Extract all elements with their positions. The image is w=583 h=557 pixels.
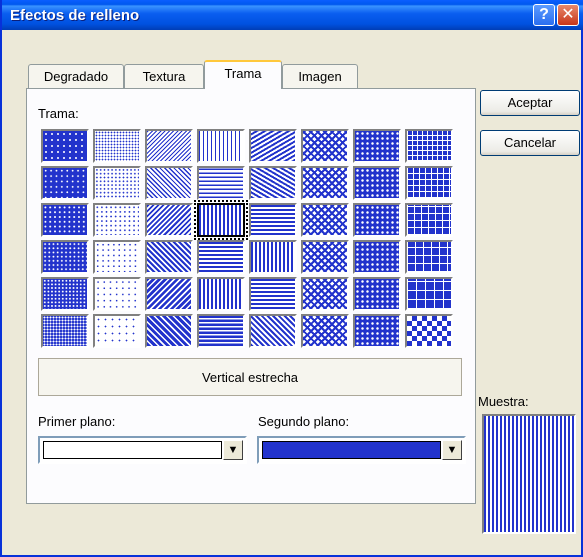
close-icon[interactable]: ✕ [557, 4, 579, 26]
pattern-name: Vertical estrecha [201, 370, 299, 385]
fill-effects-dialog: Efectos de relleno ? ✕ Degradado Textura… [0, 0, 583, 557]
pattern-dots-10[interactable] [93, 129, 141, 163]
pattern-small-confetti[interactable] [249, 240, 297, 274]
segundo-plano-label: Segundo plano: [258, 414, 350, 429]
pattern-wave[interactable] [405, 240, 453, 274]
dialog-title: Efectos de relleno [10, 7, 140, 24]
pattern-plaid[interactable] [197, 277, 245, 311]
pattern-large-confetti[interactable] [301, 240, 349, 274]
pattern-narrow-horizontal[interactable] [301, 203, 349, 237]
tab-label: Degradado [43, 69, 109, 84]
pattern-wide-down-diag[interactable] [41, 203, 89, 237]
tab-imagen[interactable]: Imagen [282, 64, 358, 88]
muestra-label: Muestra: [478, 394, 529, 409]
tab-textura[interactable]: Textura [124, 64, 204, 88]
pattern-small-checker[interactable] [249, 314, 297, 348]
pattern-large-checker[interactable] [301, 314, 349, 348]
pattern-dotted-diamond[interactable] [353, 277, 401, 311]
aceptar-button[interactable]: Aceptar [480, 90, 580, 116]
pattern-solid-diamond[interactable] [405, 314, 453, 348]
pattern-trellis[interactable] [41, 314, 89, 348]
pattern-diagonal-brick[interactable] [41, 277, 89, 311]
title-bar: Efectos de relleno ? ✕ [2, 0, 583, 30]
pattern-light-down-diag[interactable] [249, 166, 297, 200]
foreground-color-dropdown[interactable]: ▼ [38, 436, 247, 464]
primer-plano-label: Primer plano: [38, 414, 116, 429]
pattern-dots-60[interactable] [405, 129, 453, 163]
pattern-light-horizontal[interactable] [194, 200, 248, 240]
pattern-weave[interactable] [145, 277, 193, 311]
pattern-dots-30[interactable] [249, 129, 297, 163]
tab-label: Textura [142, 69, 186, 84]
pattern-dashed-horizontal[interactable] [145, 240, 193, 274]
pattern-dashed-up-diag[interactable] [93, 240, 141, 274]
pattern-large-grid[interactable] [197, 314, 245, 348]
help-icon[interactable]: ? [533, 4, 555, 26]
pattern-dots-80[interactable] [145, 166, 193, 200]
chevron-down-icon[interactable]: ▼ [442, 440, 462, 460]
cancelar-button[interactable]: Cancelar [480, 130, 580, 156]
background-color-dropdown[interactable]: ▼ [257, 436, 466, 464]
pattern-small-grid[interactable] [145, 314, 193, 348]
pattern-name-box: Vertical estrecha [38, 358, 462, 396]
foreground-color-swatch [43, 441, 222, 459]
pattern-light-up-diag[interactable] [301, 166, 349, 200]
pattern-dots-5[interactable] [41, 129, 89, 163]
pattern-dots-25[interactable] [197, 129, 245, 163]
pattern-dots-75[interactable] [93, 166, 141, 200]
pattern-dots-70[interactable] [41, 166, 89, 200]
pattern-wide-up-diag[interactable] [93, 203, 141, 237]
pattern-dashed-down-diag[interactable] [41, 240, 89, 274]
pattern-horizontal-brick[interactable] [93, 277, 141, 311]
pattern-zigzag[interactable] [353, 240, 401, 274]
tab-degradado[interactable]: Degradado [28, 64, 124, 88]
pattern-dots-50[interactable] [353, 129, 401, 163]
pattern-dark-horizontal[interactable] [405, 203, 453, 237]
trama-label: Trama: [38, 106, 79, 121]
tab-label: Imagen [298, 69, 342, 84]
pattern-dotted-grid[interactable] [301, 277, 349, 311]
pattern-light-vertical[interactable] [145, 203, 193, 237]
chevron-down-icon[interactable]: ▼ [223, 440, 243, 460]
tab-label: Trama [224, 66, 262, 81]
sample-preview [482, 414, 576, 534]
pattern-dark-down-diag[interactable] [353, 166, 401, 200]
tab-trama[interactable]: Trama [204, 60, 282, 89]
pattern-dark-vertical[interactable] [353, 203, 401, 237]
pattern-dots-90[interactable] [197, 166, 245, 200]
pattern-dots-40[interactable] [301, 129, 349, 163]
pattern-narrow-vertical[interactable] [249, 203, 297, 237]
pattern-grid [39, 127, 459, 353]
background-color-swatch [262, 441, 441, 459]
pattern-outlined-diamond[interactable] [353, 314, 401, 348]
pattern-sphere[interactable] [93, 314, 141, 348]
pattern-dark-up-diag[interactable] [405, 166, 453, 200]
pattern-shingle[interactable] [405, 277, 453, 311]
pattern-dashed-vertical[interactable] [197, 240, 245, 274]
pattern-dots-20[interactable] [145, 129, 193, 163]
trama-label-text: Trama: [38, 106, 79, 121]
pattern-divot[interactable] [249, 277, 297, 311]
